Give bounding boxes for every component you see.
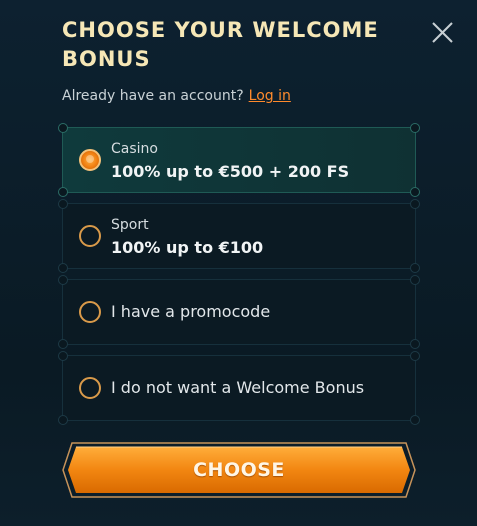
corner-decoration [58, 263, 68, 273]
login-prompt: Already have an account? Log in [62, 88, 291, 104]
modal-title: CHOOSE YOUR WELCOME BONUS [62, 18, 379, 71]
choose-button-wrap: CHOOSE [62, 442, 416, 498]
corner-decoration [410, 339, 420, 349]
option-sport[interactable]: Sport 100% up to €100 [58, 199, 420, 273]
close-icon [432, 22, 453, 43]
option-no-bonus-label: I do not want a Welcome Bonus [111, 378, 365, 397]
radio-no-bonus[interactable] [79, 377, 101, 399]
login-link[interactable]: Log in [249, 88, 291, 104]
option-promocode[interactable]: I have a promocode [58, 275, 420, 349]
option-promocode-label: I have a promocode [111, 302, 271, 321]
corner-decoration [410, 415, 420, 425]
login-prompt-text: Already have an account? [62, 88, 244, 104]
option-casino-offer: 100% up to €500 + 200 FS [111, 162, 350, 181]
radio-promocode[interactable] [79, 301, 101, 323]
welcome-bonus-modal: CHOOSE YOUR WELCOME BONUS Already have a… [0, 0, 477, 526]
corner-decoration [58, 123, 68, 133]
option-no-bonus[interactable]: I do not want a Welcome Bonus [58, 351, 420, 425]
corner-decoration [410, 123, 420, 133]
option-sport-offer: 100% up to €100 [111, 238, 264, 257]
corner-decoration [410, 263, 420, 273]
close-button[interactable] [428, 18, 458, 48]
radio-casino[interactable] [79, 149, 101, 171]
corner-decoration [410, 199, 420, 209]
corner-decoration [58, 199, 68, 209]
option-casino[interactable]: Casino 100% up to €500 + 200 FS [58, 123, 420, 197]
corner-decoration [58, 415, 68, 425]
corner-decoration [410, 351, 420, 361]
choose-button[interactable] [62, 442, 416, 498]
corner-decoration [410, 187, 420, 197]
option-sport-category: Sport [111, 217, 149, 233]
corner-decoration [58, 275, 68, 285]
corner-decoration [58, 351, 68, 361]
option-casino-category: Casino [111, 141, 158, 157]
corner-decoration [58, 339, 68, 349]
corner-decoration [410, 275, 420, 285]
corner-decoration [58, 187, 68, 197]
radio-sport[interactable] [79, 225, 101, 247]
